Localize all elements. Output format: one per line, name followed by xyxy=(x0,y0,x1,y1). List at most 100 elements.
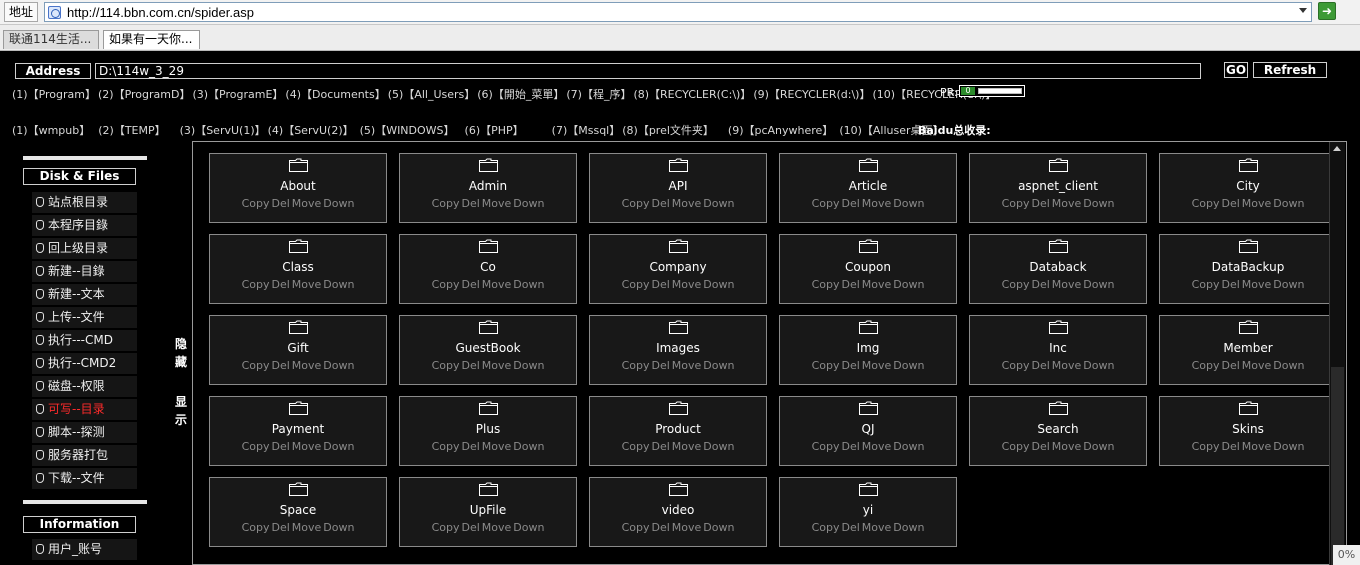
folder-copy-link[interactable]: Copy xyxy=(622,278,650,291)
folder-tile[interactable]: Product Copy Del Move Down xyxy=(589,396,767,466)
go-arrow-icon[interactable]: ➜ xyxy=(1318,2,1336,20)
folder-del-link[interactable]: Del xyxy=(841,197,859,210)
folder-move-link[interactable]: Move xyxy=(672,440,702,453)
folder-copy-link[interactable]: Copy xyxy=(1192,197,1220,210)
browser-tab[interactable]: 联通114生活... xyxy=(3,30,99,49)
folder-tile[interactable]: Article Copy Del Move Down xyxy=(779,153,957,223)
quick-link[interactable]: (1)【wmpub】 xyxy=(12,122,90,138)
folder-move-link[interactable]: Move xyxy=(672,197,702,210)
folder-del-link[interactable]: Del xyxy=(271,359,289,372)
folder-del-link[interactable]: Del xyxy=(841,278,859,291)
folder-tile[interactable]: Co Copy Del Move Down xyxy=(399,234,577,304)
folder-del-link[interactable]: Del xyxy=(1031,197,1049,210)
folder-copy-link[interactable]: Copy xyxy=(812,278,840,291)
folder-down-link[interactable]: Down xyxy=(513,197,544,210)
folder-move-link[interactable]: Move xyxy=(1242,440,1272,453)
folder-tile[interactable]: Search Copy Del Move Down xyxy=(969,396,1147,466)
sidebar-item-script-probe[interactable]: 脚本--探测 xyxy=(32,422,137,443)
folder-tile[interactable]: UpFile Copy Del Move Down xyxy=(399,477,577,547)
folder-name[interactable]: Admin xyxy=(400,179,576,193)
folder-name[interactable]: Space xyxy=(210,503,386,517)
folder-name[interactable]: Article xyxy=(780,179,956,193)
folder-down-link[interactable]: Down xyxy=(323,359,354,372)
quick-link[interactable]: (5)【All_Users】 xyxy=(388,86,476,102)
quick-link[interactable]: (1)【Program】 xyxy=(12,86,96,102)
folder-move-link[interactable]: Move xyxy=(482,359,512,372)
folder-down-link[interactable]: Down xyxy=(513,359,544,372)
folder-tile[interactable]: Admin Copy Del Move Down xyxy=(399,153,577,223)
folder-name[interactable]: aspnet_client xyxy=(970,179,1146,193)
folder-name[interactable]: Co xyxy=(400,260,576,274)
folder-move-link[interactable]: Move xyxy=(292,521,322,534)
folder-move-link[interactable]: Move xyxy=(862,440,892,453)
folder-tile[interactable]: aspnet_client Copy Del Move Down xyxy=(969,153,1147,223)
folder-down-link[interactable]: Down xyxy=(893,278,924,291)
folder-down-link[interactable]: Down xyxy=(893,197,924,210)
folder-copy-link[interactable]: Copy xyxy=(1002,440,1030,453)
folder-name[interactable]: Images xyxy=(590,341,766,355)
folder-del-link[interactable]: Del xyxy=(1221,278,1239,291)
folder-move-link[interactable]: Move xyxy=(1052,278,1082,291)
sidebar-item-server-pack[interactable]: 服务器打包 xyxy=(32,445,137,466)
folder-del-link[interactable]: Del xyxy=(1031,278,1049,291)
folder-move-link[interactable]: Move xyxy=(672,521,702,534)
folder-name[interactable]: Img xyxy=(780,341,956,355)
vertical-scrollbar[interactable] xyxy=(1329,142,1345,565)
folder-copy-link[interactable]: Copy xyxy=(242,440,270,453)
sidebar-item-cmd[interactable]: 执行---CMD xyxy=(32,330,137,351)
folder-down-link[interactable]: Down xyxy=(893,521,924,534)
refresh-button[interactable]: Refresh xyxy=(1253,62,1327,78)
folder-copy-link[interactable]: Copy xyxy=(1002,359,1030,372)
folder-copy-link[interactable]: Copy xyxy=(432,278,460,291)
folder-name[interactable]: Gift xyxy=(210,341,386,355)
hide-sidebar-toggle[interactable]: 隐藏 xyxy=(175,335,189,371)
folder-down-link[interactable]: Down xyxy=(1273,359,1304,372)
folder-name[interactable]: Class xyxy=(210,260,386,274)
folder-move-link[interactable]: Move xyxy=(1242,359,1272,372)
folder-tile[interactable]: Img Copy Del Move Down xyxy=(779,315,957,385)
sidebar-item-new-dir[interactable]: 新建--目錄 xyxy=(32,261,137,282)
folder-del-link[interactable]: Del xyxy=(1221,359,1239,372)
folder-tile[interactable]: Class Copy Del Move Down xyxy=(209,234,387,304)
folder-tile[interactable]: Coupon Copy Del Move Down xyxy=(779,234,957,304)
folder-del-link[interactable]: Del xyxy=(1031,440,1049,453)
folder-tile[interactable]: Gift Copy Del Move Down xyxy=(209,315,387,385)
disk-files-header[interactable]: Disk & Files xyxy=(23,168,136,185)
quick-link[interactable]: (7)【Mssql】 xyxy=(552,122,621,138)
folder-tile[interactable]: Plus Copy Del Move Down xyxy=(399,396,577,466)
folder-del-link[interactable]: Del xyxy=(271,278,289,291)
sidebar-item-site-root[interactable]: 站点根目录 xyxy=(32,192,137,213)
folder-del-link[interactable]: Del xyxy=(271,197,289,210)
folder-name[interactable]: Skins xyxy=(1160,422,1336,436)
folder-del-link[interactable]: Del xyxy=(651,359,669,372)
folder-del-link[interactable]: Del xyxy=(271,521,289,534)
quick-link[interactable]: (5)【WINDOWS】 xyxy=(360,122,455,138)
sidebar-item-parent-dir[interactable]: 回上级目录 xyxy=(32,238,137,259)
scroll-thumb[interactable] xyxy=(1331,367,1344,565)
folder-down-link[interactable]: Down xyxy=(1083,359,1114,372)
folder-name[interactable]: UpFile xyxy=(400,503,576,517)
sidebar-item-user-accounts[interactable]: 用户_账号 xyxy=(32,539,137,560)
sidebar-item-program-dir[interactable]: 本程序目錄 xyxy=(32,215,137,236)
folder-tile[interactable]: Skins Copy Del Move Down xyxy=(1159,396,1337,466)
folder-move-link[interactable]: Move xyxy=(482,440,512,453)
folder-down-link[interactable]: Down xyxy=(703,197,734,210)
folder-copy-link[interactable]: Copy xyxy=(432,197,460,210)
folder-del-link[interactable]: Del xyxy=(1221,197,1239,210)
sidebar-item-download[interactable]: 下载--文件 xyxy=(32,468,137,489)
folder-copy-link[interactable]: Copy xyxy=(432,521,460,534)
folder-down-link[interactable]: Down xyxy=(1083,278,1114,291)
quick-link[interactable]: (2)【ProgramD】 xyxy=(98,86,190,102)
folder-move-link[interactable]: Move xyxy=(482,521,512,534)
folder-name[interactable]: Company xyxy=(590,260,766,274)
folder-name[interactable]: video xyxy=(590,503,766,517)
folder-tile[interactable]: DataBackup Copy Del Move Down xyxy=(1159,234,1337,304)
folder-move-link[interactable]: Move xyxy=(672,359,702,372)
folder-move-link[interactable]: Move xyxy=(862,359,892,372)
folder-name[interactable]: DataBackup xyxy=(1160,260,1336,274)
folder-tile[interactable]: API Copy Del Move Down xyxy=(589,153,767,223)
folder-tile[interactable]: video Copy Del Move Down xyxy=(589,477,767,547)
folder-del-link[interactable]: Del xyxy=(651,440,669,453)
folder-del-link[interactable]: Del xyxy=(651,197,669,210)
quick-link[interactable]: (4)【ServU(2)】 xyxy=(268,122,354,138)
